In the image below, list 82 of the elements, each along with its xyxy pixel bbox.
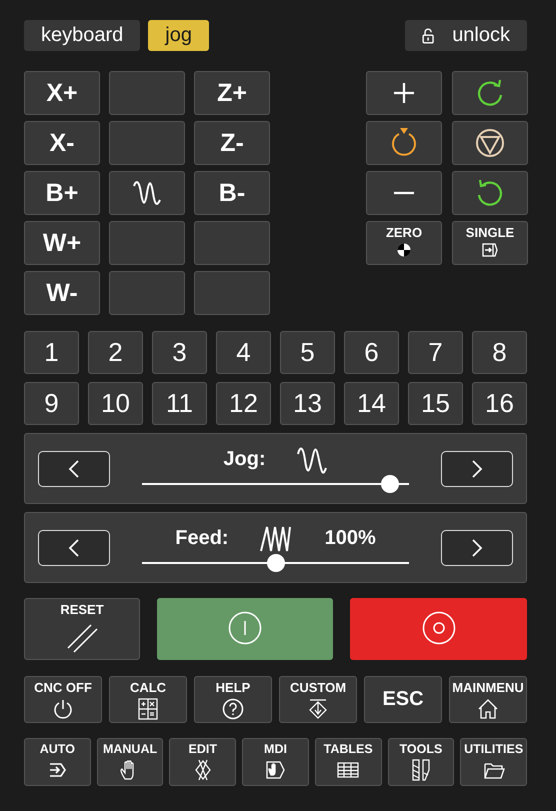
number-button[interactable]: 3: [152, 331, 207, 374]
circle-arrows-icon: [389, 128, 419, 158]
number-button[interactable]: 16: [472, 382, 527, 425]
function-button[interactable]: CUSTOM: [279, 676, 357, 723]
number-button[interactable]: 2: [88, 331, 143, 374]
wave-button[interactable]: [109, 171, 185, 215]
number-button[interactable]: 5: [280, 331, 335, 374]
number-button[interactable]: 6: [344, 331, 399, 374]
function-button[interactable]: ESC: [364, 676, 442, 723]
axis-button[interactable]: B-: [194, 171, 270, 215]
mode-tab[interactable]: keyboard: [24, 20, 140, 51]
mode-button[interactable]: MDI: [242, 738, 309, 786]
number-button[interactable]: 7: [408, 331, 463, 374]
reset-button[interactable]: RESET: [24, 598, 140, 660]
power-icon: [52, 698, 74, 720]
number-button[interactable]: 13: [280, 382, 335, 425]
number-button[interactable]: 9: [24, 382, 79, 425]
increase-button[interactable]: [441, 450, 513, 486]
axis-button[interactable]: W+: [24, 221, 100, 265]
function-button[interactable]: MAINMENU: [449, 676, 527, 723]
triangle-circle-icon: [475, 128, 505, 158]
minus-icon: [393, 191, 415, 195]
mode-button[interactable]: AUTO: [24, 738, 91, 786]
rotate-counterclockwise-icon: [476, 179, 504, 207]
wave-icon: [132, 180, 162, 206]
home-icon: [477, 698, 499, 720]
number-button[interactable]: 11: [152, 382, 207, 425]
chevron-left-icon: [68, 460, 80, 478]
zigzag-icon: [258, 524, 291, 552]
axis-button[interactable]: X+: [24, 71, 100, 115]
mode-button[interactable]: TOOLS: [388, 738, 454, 786]
slider-label: Feed:: [175, 527, 229, 550]
axis-button[interactable]: X-: [24, 121, 100, 165]
slider-reading: 100%: [324, 527, 376, 550]
start-button[interactable]: [157, 598, 333, 660]
rotate-button[interactable]: [452, 171, 528, 215]
plus-button[interactable]: [366, 71, 442, 115]
axis-button[interactable]: W-: [24, 271, 100, 315]
start-icon: [228, 610, 262, 644]
number-button[interactable]: 4: [216, 331, 271, 374]
padlock-icon: [422, 26, 434, 46]
slider-label: Jog:: [223, 448, 266, 471]
tools-icon: [410, 759, 432, 781]
single-button[interactable]: SINGLE: [452, 221, 528, 265]
rotate-button[interactable]: [452, 71, 528, 115]
zero-button[interactable]: ZERO: [366, 221, 442, 265]
number-button[interactable]: 10: [88, 382, 143, 425]
stop-icon: [422, 610, 456, 644]
arrow-into-icon: [482, 243, 498, 257]
function-button[interactable]: HELP: [194, 676, 272, 723]
chevron-right-icon: [471, 460, 483, 478]
mode-tab[interactable]: jog: [148, 20, 209, 51]
number-button[interactable]: 1: [24, 331, 79, 374]
mode-button[interactable]: EDIT: [169, 738, 236, 786]
axis-button[interactable]: B+: [24, 171, 100, 215]
unlock-button[interactable]: unlock: [405, 20, 527, 51]
chevron-left-icon: [68, 538, 80, 556]
target-icon: [397, 243, 411, 257]
function-button[interactable]: CNC OFF: [24, 676, 102, 723]
diamond-arrow-icon: [307, 698, 329, 720]
decrease-button[interactable]: [38, 530, 110, 566]
mode-button[interactable]: UTILITIES: [460, 738, 527, 786]
spindle-button[interactable]: [366, 121, 442, 165]
number-button[interactable]: 14: [344, 382, 399, 425]
chevron-right-icon: [471, 538, 483, 556]
increase-button[interactable]: [441, 530, 513, 566]
axis-button[interactable]: Z+: [194, 71, 270, 115]
plus-icon: [393, 82, 415, 104]
hand-arrow-icon: [264, 759, 286, 781]
calculator-icon: [137, 698, 159, 720]
number-button[interactable]: 15: [408, 382, 463, 425]
decrease-button[interactable]: [38, 450, 110, 486]
wave-icon: [296, 446, 328, 474]
mode-button[interactable]: TABLES: [314, 738, 382, 786]
rotate-clockwise-icon: [476, 79, 504, 107]
stop-button[interactable]: [452, 121, 528, 165]
function-button[interactable]: CALC: [109, 676, 187, 723]
number-button[interactable]: 8: [472, 331, 527, 374]
mode-button[interactable]: MANUAL: [96, 738, 164, 786]
number-button[interactable]: 12: [216, 382, 271, 425]
axis-button[interactable]: Z-: [194, 121, 270, 165]
help-icon: [222, 698, 244, 720]
